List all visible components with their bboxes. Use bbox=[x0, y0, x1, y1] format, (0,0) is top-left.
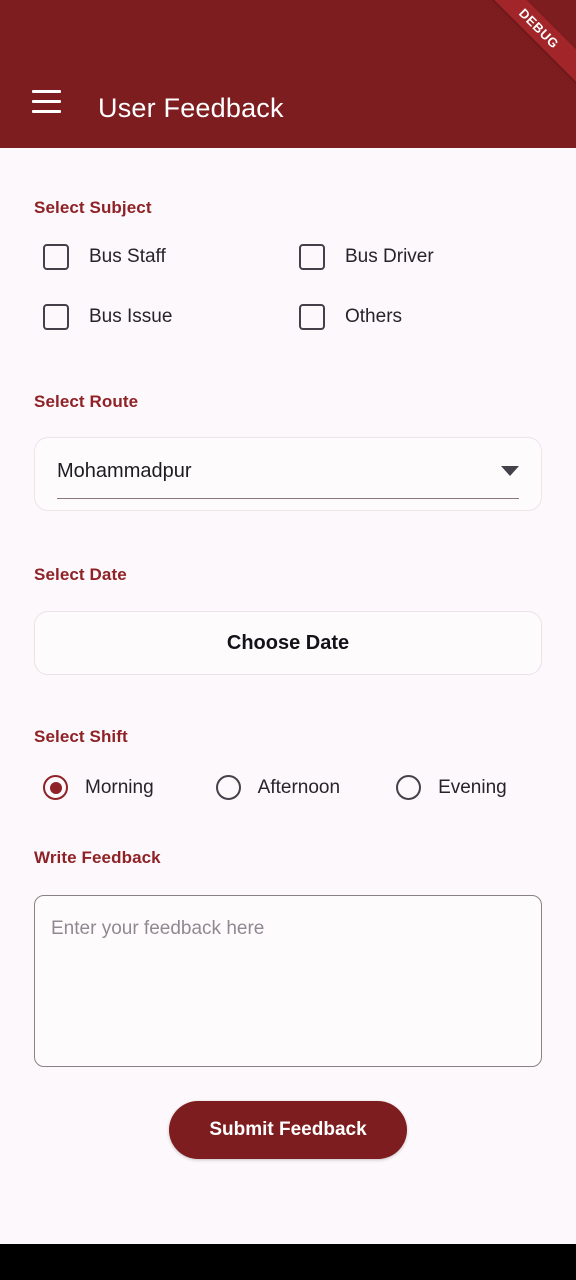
debug-ribbon: DEBUG bbox=[477, 0, 576, 90]
choose-date-label: Choose Date bbox=[226, 631, 350, 654]
write-feedback-label: Write Feedback bbox=[34, 848, 161, 867]
checkbox-item-bus-driver[interactable]: Bus Driver bbox=[288, 244, 542, 270]
checkbox-icon-others[interactable] bbox=[299, 304, 325, 330]
menu-line-3 bbox=[31, 109, 61, 113]
app-screen: User Feedback DEBUG Select Subject Bus S… bbox=[0, 0, 576, 1280]
menu-line-2 bbox=[31, 99, 61, 103]
radio-icon-morning[interactable] bbox=[43, 775, 68, 800]
app-bar: User Feedback DEBUG bbox=[0, 0, 576, 148]
page-title: User Feedback bbox=[98, 93, 284, 123]
chevron-down-icon bbox=[501, 466, 519, 476]
hamburger-menu-icon[interactable] bbox=[16, 76, 76, 126]
radio-icon-evening[interactable] bbox=[396, 775, 422, 800]
checkbox-item-others[interactable]: Others bbox=[288, 304, 542, 330]
feedback-placeholder: Enter your feedback here bbox=[51, 918, 265, 939]
select-shift-label: Select Shift bbox=[34, 727, 128, 746]
form-content: Select Subject Bus Staff Bus Driver Bus … bbox=[0, 148, 576, 1280]
subject-checkbox-group: Bus Staff Bus Driver Bus Issue Others bbox=[34, 244, 542, 330]
shift-radio-group: Morning Afternoon Evening bbox=[34, 775, 542, 800]
radio-label-evening: Evening bbox=[438, 776, 507, 798]
checkbox-label-bus-issue: Bus Issue bbox=[89, 306, 173, 327]
route-dropdown-value: Mohammadpur bbox=[57, 459, 192, 482]
checkbox-label-bus-staff: Bus Staff bbox=[89, 246, 166, 267]
checkbox-label-others: Others bbox=[345, 306, 403, 327]
select-date-label: Select Date bbox=[34, 565, 127, 584]
radio-label-afternoon: Afternoon bbox=[257, 776, 341, 798]
checkbox-icon-bus-staff[interactable] bbox=[43, 244, 69, 270]
route-dropdown[interactable]: Mohammadpur bbox=[34, 437, 542, 511]
choose-date-button[interactable]: Choose Date bbox=[34, 611, 542, 675]
checkbox-icon-bus-issue[interactable] bbox=[43, 304, 69, 330]
system-navigation-bar bbox=[0, 1244, 576, 1280]
menu-line-1 bbox=[31, 89, 61, 93]
radio-item-afternoon[interactable]: Afternoon bbox=[215, 775, 341, 800]
checkbox-item-bus-staff[interactable]: Bus Staff bbox=[34, 244, 288, 270]
dropdown-underline bbox=[57, 497, 519, 499]
radio-item-morning[interactable]: Morning bbox=[34, 775, 154, 800]
submit-button-row: Submit Feedback bbox=[34, 1101, 542, 1159]
checkbox-icon-bus-driver[interactable] bbox=[299, 244, 325, 270]
radio-icon-afternoon[interactable] bbox=[215, 775, 241, 800]
submit-feedback-button[interactable]: Submit Feedback bbox=[169, 1101, 407, 1159]
select-subject-label: Select Subject bbox=[34, 198, 152, 217]
select-route-label: Select Route bbox=[34, 392, 139, 411]
checkbox-item-bus-issue[interactable]: Bus Issue bbox=[34, 304, 288, 330]
feedback-textarea[interactable]: Enter your feedback here bbox=[34, 895, 542, 1067]
radio-label-morning: Morning bbox=[85, 776, 154, 798]
radio-item-evening[interactable]: Evening bbox=[396, 775, 507, 800]
checkbox-label-bus-driver: Bus Driver bbox=[345, 246, 434, 267]
